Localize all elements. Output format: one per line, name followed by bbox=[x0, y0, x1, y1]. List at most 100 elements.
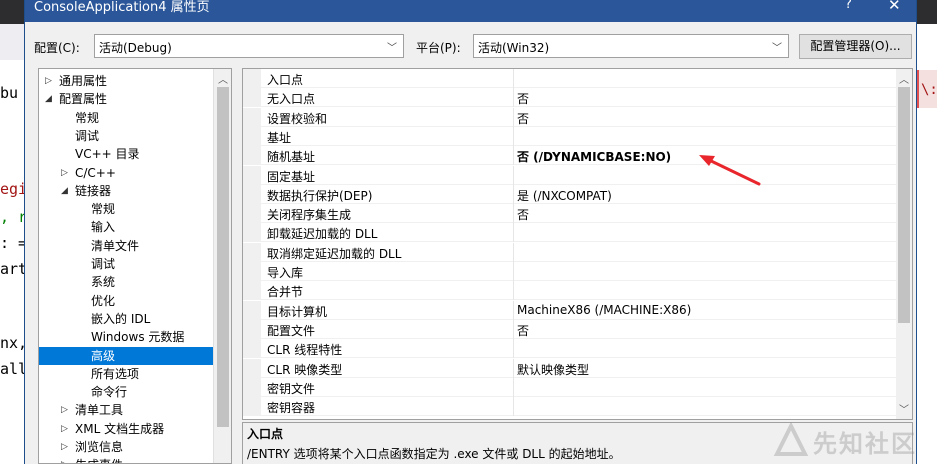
close-button[interactable]: ✕ bbox=[888, 0, 901, 14]
tree-item[interactable]: Windows 元数据 bbox=[39, 328, 213, 346]
scrollbar-thumb[interactable] bbox=[898, 87, 910, 323]
tree-item[interactable]: ▷ 浏览信息 bbox=[39, 438, 213, 456]
collapse-icon[interactable]: ◢ bbox=[45, 90, 52, 108]
property-name: 随机基址 bbox=[267, 150, 316, 165]
property-row[interactable]: 导入库 bbox=[243, 262, 896, 281]
property-row[interactable]: 密钥容器 bbox=[243, 397, 896, 417]
property-row[interactable]: 卸载延迟加载的 DLL bbox=[243, 223, 896, 243]
chevron-up-icon[interactable]: ︿ bbox=[218, 71, 228, 86]
property-value[interactable]: 默认映像类型 bbox=[517, 361, 589, 378]
scrollbar-thumb[interactable] bbox=[217, 87, 229, 427]
column-divider bbox=[513, 397, 514, 417]
property-tree[interactable]: ▷ 通用属性 ◢ 配置属性 常规 调试 VC++ 目录 ▷ C/C++ ◢ 链接器 常规 输入 清单文件调… bbox=[38, 68, 232, 464]
tree-item-label: 命令行 bbox=[91, 385, 128, 400]
code-fragment: art bbox=[0, 260, 24, 278]
row-gutter bbox=[243, 281, 261, 301]
config-dropdown[interactable]: 活动(Debug) ﹀ bbox=[94, 34, 404, 58]
tree-item[interactable]: ▷ 生成事件 bbox=[39, 456, 213, 463]
row-gutter bbox=[243, 204, 261, 224]
tree-item[interactable]: 高级 bbox=[39, 346, 213, 365]
column-divider bbox=[513, 184, 514, 204]
property-row[interactable]: 密钥文件 bbox=[243, 377, 896, 397]
property-row[interactable]: 无入口点 否 bbox=[243, 88, 896, 108]
property-value[interactable]: 是 (/NXCOMPAT) bbox=[517, 187, 612, 204]
property-name: 卸载延迟加载的 DLL bbox=[267, 227, 378, 242]
property-row[interactable]: 入口点 bbox=[243, 69, 896, 88]
property-row[interactable]: 取消绑定延迟加载的 DLL bbox=[243, 242, 896, 262]
code-fragment: : = bbox=[0, 234, 24, 252]
tree-item[interactable]: 输入 bbox=[39, 218, 213, 236]
expand-icon[interactable]: ▷ bbox=[61, 401, 68, 419]
tree-item[interactable]: 调试 bbox=[39, 255, 213, 273]
tree-item-label: VC++ 目录 bbox=[75, 147, 140, 162]
property-row[interactable]: 基址 bbox=[243, 126, 896, 146]
watermark-text: 先知社区 bbox=[813, 430, 917, 458]
expand-icon[interactable]: ▷ bbox=[61, 164, 68, 182]
property-value[interactable]: 否 bbox=[517, 206, 529, 223]
property-value[interactable]: 否 bbox=[517, 110, 529, 127]
expand-icon[interactable]: ▷ bbox=[61, 438, 68, 456]
property-row[interactable]: 固定基址 bbox=[243, 165, 896, 185]
expand-icon[interactable]: ▷ bbox=[61, 456, 68, 463]
collapse-icon[interactable]: ◢ bbox=[61, 182, 68, 200]
expand-icon[interactable]: ▷ bbox=[61, 420, 68, 438]
tree-scrollbar[interactable]: ︿ bbox=[213, 69, 231, 463]
code-fragment: , r bbox=[0, 208, 24, 226]
tree-item[interactable]: 调试 bbox=[39, 127, 213, 145]
property-grid[interactable]: 入口点 无入口点否设置校验和否基址随机基址 否 (/DYNAMICBASE:NO) 固… bbox=[242, 68, 913, 420]
property-row[interactable]: CLR 线程特性 bbox=[243, 339, 896, 359]
property-value[interactable]: 否 (/DYNAMICBASE:NO) bbox=[517, 148, 671, 165]
property-pages-dialog: ConsoleApplication4 属性页 ? ✕ 配置(C): 活动(De… bbox=[24, 0, 917, 464]
property-name: 密钥文件 bbox=[267, 381, 316, 396]
property-row[interactable]: 随机基址 否 (/DYNAMICBASE:NO) bbox=[243, 146, 896, 166]
tree-item[interactable]: ▷ 清单工具 bbox=[39, 401, 213, 419]
column-divider bbox=[513, 223, 514, 243]
property-row[interactable]: 配置文件 否 bbox=[243, 319, 896, 339]
tree-item[interactable]: ▷ 通用属性 bbox=[39, 72, 213, 90]
property-name: 取消绑定延迟加载的 DLL bbox=[267, 246, 402, 261]
tree-item-label: 配置属性 bbox=[59, 92, 108, 107]
tree-item[interactable]: VC++ 目录 bbox=[39, 145, 213, 163]
tree-item[interactable]: 命令行 bbox=[39, 383, 213, 401]
tree-item-label: Windows 元数据 bbox=[91, 330, 185, 345]
config-label: 配置(C): bbox=[34, 41, 80, 55]
platform-value: 活动(Win32) bbox=[478, 41, 550, 55]
row-gutter bbox=[243, 358, 261, 378]
column-divider bbox=[513, 242, 514, 262]
property-value[interactable]: 否 bbox=[517, 90, 529, 107]
config-manager-button[interactable]: 配置管理器(O)... bbox=[799, 34, 912, 59]
property-value[interactable]: MachineX86 (/MACHINE:X86) bbox=[517, 303, 691, 317]
tree-item-label: 所有选项 bbox=[91, 366, 140, 381]
property-value[interactable]: 否 bbox=[517, 322, 529, 339]
tree-item[interactable]: ▷ XML 文档生成器 bbox=[39, 420, 213, 438]
expand-icon[interactable]: ▷ bbox=[45, 72, 52, 90]
property-row[interactable]: 合并节 bbox=[243, 281, 896, 301]
title-bar[interactable]: ConsoleApplication4 属性页 ? ✕ bbox=[25, 0, 916, 22]
tree-item[interactable]: 优化 bbox=[39, 292, 213, 310]
property-row[interactable]: 数据执行保护(DEP) 是 (/NXCOMPAT) bbox=[243, 184, 896, 204]
tree-item-label: 浏览信息 bbox=[75, 440, 124, 454]
platform-dropdown[interactable]: 活动(Win32) ﹀ bbox=[473, 34, 789, 58]
tree-item[interactable]: 嵌入的 IDL bbox=[39, 310, 213, 328]
tree-item[interactable]: 所有选项 bbox=[39, 365, 213, 383]
property-row[interactable]: 关闭程序集生成 否 bbox=[243, 204, 896, 224]
chevron-up-icon[interactable]: ︿ bbox=[899, 71, 909, 86]
tree-item[interactable]: 系统 bbox=[39, 273, 213, 291]
tree-item[interactable]: ◢ 链接器 bbox=[39, 182, 213, 200]
chevron-down-icon[interactable]: ﹀ bbox=[899, 401, 909, 416]
property-row[interactable]: CLR 映像类型 默认映像类型 bbox=[243, 358, 896, 378]
tree-item[interactable]: 清单文件 bbox=[39, 237, 213, 255]
property-name: 目标计算机 bbox=[267, 304, 328, 319]
tree-item[interactable]: ▷ C/C++ bbox=[39, 164, 213, 182]
chevron-down-icon: ﹀ bbox=[772, 43, 782, 54]
grid-scrollbar[interactable]: ︿ ﹀ bbox=[896, 69, 912, 419]
property-row[interactable]: 目标计算机 MachineX86 (/MACHINE:X86) bbox=[243, 300, 896, 320]
tree-item[interactable]: 常规 bbox=[39, 109, 213, 127]
tree-item[interactable]: ◢ 配置属性 bbox=[39, 90, 213, 108]
tree-item[interactable]: 常规 bbox=[39, 200, 213, 218]
row-gutter bbox=[243, 184, 261, 204]
row-gutter bbox=[243, 88, 261, 108]
property-row[interactable]: 设置校验和 否 bbox=[243, 107, 896, 127]
row-gutter bbox=[243, 339, 261, 359]
help-button[interactable]: ? bbox=[845, 0, 852, 12]
